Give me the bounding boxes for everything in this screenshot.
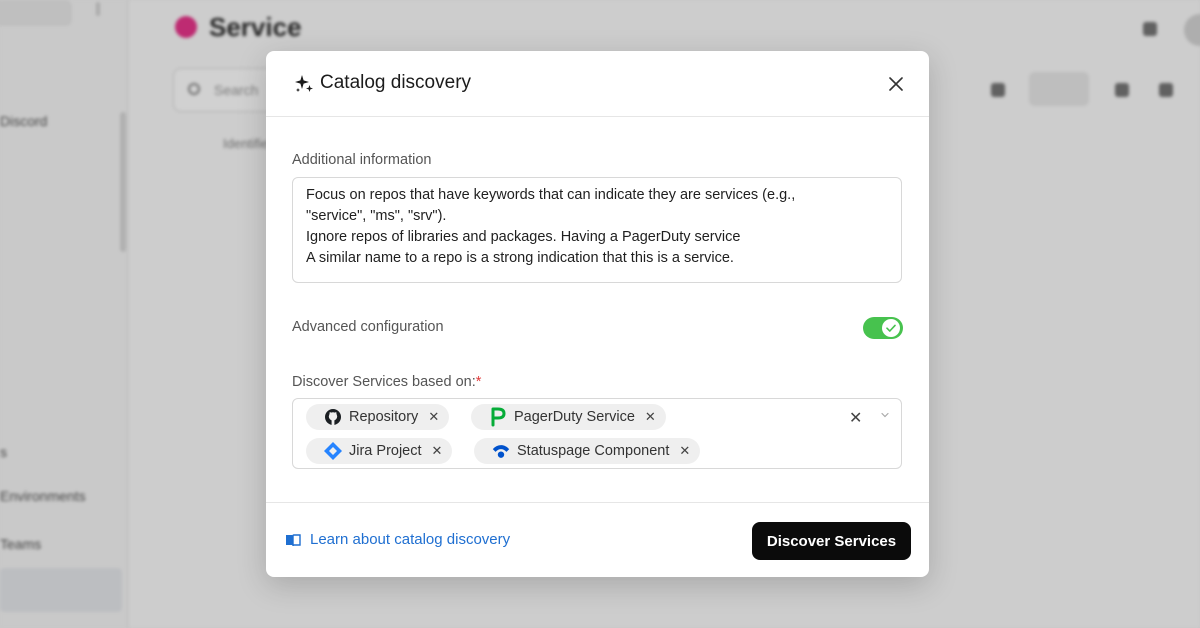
sparkle-icon	[295, 75, 313, 92]
book-icon	[286, 533, 301, 546]
catalog-discovery-dialog: Catalog discovery Additional information…	[266, 51, 929, 577]
github-icon	[323, 407, 343, 427]
remove-tag-icon[interactable]: ✕	[432, 443, 443, 459]
advanced-config-label: Advanced configuration	[292, 319, 444, 335]
tag-label: Statuspage Component	[517, 443, 670, 459]
additional-info-label: Additional information	[292, 152, 432, 168]
tag-repository[interactable]: Repository ✕	[306, 404, 450, 430]
learn-link-label: Learn about catalog discovery	[310, 531, 511, 548]
learn-about-catalog-discovery-link[interactable]: Learn about catalog discovery	[285, 531, 510, 548]
tag-statuspage-component[interactable]: Statuspage Component ✕	[474, 438, 701, 464]
dialog-title: Catalog discovery	[320, 72, 472, 93]
tag-label: Jira Project	[349, 443, 422, 459]
remove-tag-icon[interactable]: ✕	[645, 409, 656, 425]
remove-tag-icon[interactable]: ✕	[428, 409, 439, 425]
dialog-header: Catalog discovery	[266, 51, 929, 117]
tag-jira-project[interactable]: Jira Project ✕	[306, 438, 453, 464]
remove-tag-icon[interactable]: ✕	[679, 443, 690, 459]
pagerduty-icon	[488, 407, 508, 427]
required-marker: *	[475, 374, 482, 390]
check-icon	[886, 324, 896, 332]
discover-sources-select[interactable]: Repository ✕ PagerDuty Service ✕ Jira Pr…	[292, 398, 902, 469]
chevron-down-icon[interactable]	[880, 410, 890, 420]
tag-label: Repository	[349, 409, 419, 425]
jira-icon	[323, 441, 343, 461]
discover-based-on-label: Discover Services based on:*	[292, 374, 481, 390]
dialog-footer: Learn about catalog discovery Discover S…	[266, 502, 929, 577]
advanced-config-toggle[interactable]	[863, 317, 903, 339]
discover-based-on-text: Discover Services based on:	[292, 374, 476, 390]
additional-info-textarea[interactable]: Focus on repos that have keywords that c…	[292, 177, 902, 283]
tag-pagerduty-service[interactable]: PagerDuty Service ✕	[471, 404, 666, 430]
clear-all-icon[interactable]: ✕	[849, 408, 862, 428]
toggle-knob	[882, 319, 900, 337]
close-icon[interactable]	[885, 73, 907, 95]
statuspage-icon	[491, 441, 511, 461]
tag-label: PagerDuty Service	[514, 409, 635, 425]
discover-services-button[interactable]: Discover Services	[752, 522, 911, 560]
